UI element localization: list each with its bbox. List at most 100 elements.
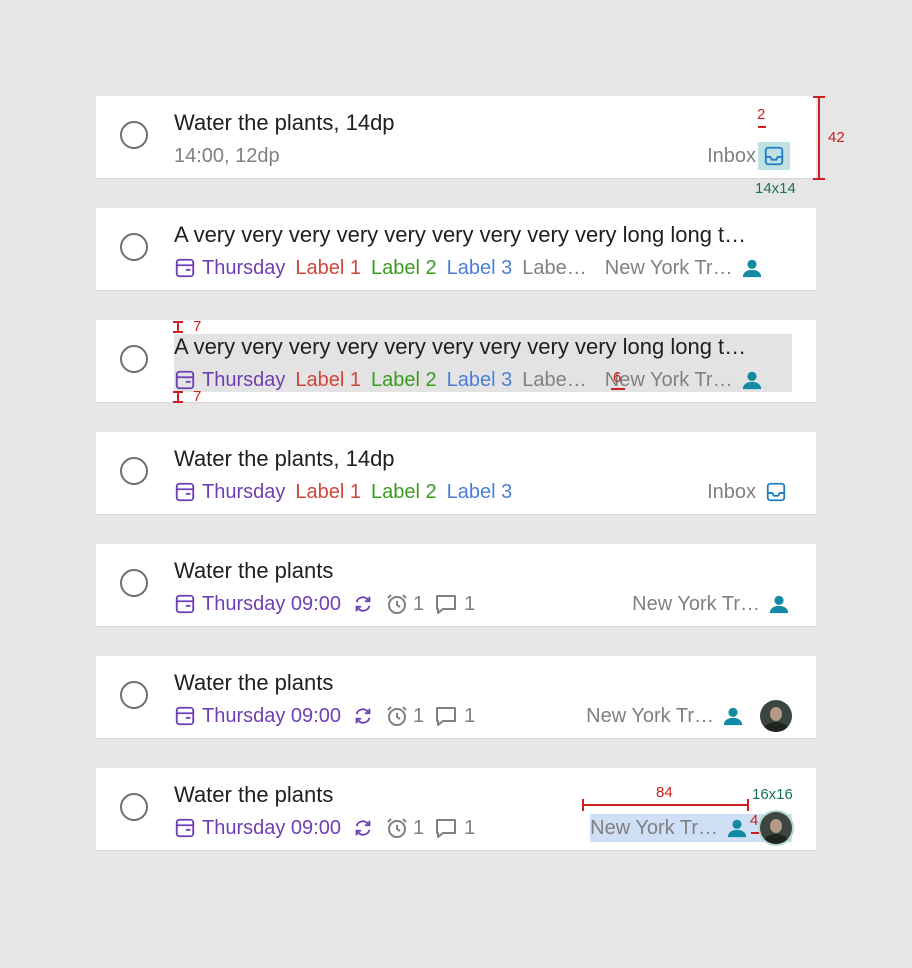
task-title: A very very very very very very very ver… [174,222,747,247]
location-name: New York Tr… [632,592,760,615]
assignee-avatar[interactable] [760,812,792,844]
height-measure-label: 42 [828,129,845,146]
task-meta: Thursday Label 1 Label 2 Label 3 [174,478,512,506]
measure-cap [173,401,183,403]
location-name: New York Tr… [590,816,718,839]
task-location[interactable]: New York Tr… [586,700,792,732]
location-width-line [582,804,748,806]
repeat-icon [351,817,375,839]
item-gap-line [611,388,625,390]
due-date[interactable]: Thursday 09:00 [202,705,341,728]
complete-checkbox[interactable] [120,569,148,597]
avatar-gap-label: 4 [750,812,759,829]
alarm-icon [385,704,409,728]
label-chip[interactable]: Label 1 [295,481,361,504]
person-icon [726,817,748,839]
complete-checkbox[interactable] [120,345,148,373]
project-name: Inbox [707,480,756,503]
task-meta: Thursday 09:00 1 1 [174,590,475,618]
reminder-count: 1 [412,704,425,727]
task-meta: Thursday Label 1 Label 2 Label 3 Labe… N… [174,254,763,282]
complete-checkbox[interactable] [120,457,148,485]
task-meta: Thursday Label 1 Label 2 Label 3 Labe… N… [174,366,763,394]
avatar-size-label: 16x16 [752,786,793,803]
reminder-count: 1 [412,592,425,615]
due-date[interactable]: Thursday 09:00 [202,593,341,616]
location-width-label: 84 [656,784,673,801]
measure-cap [813,178,825,180]
label-chip[interactable]: Labe… [522,257,587,280]
inbox-icon [758,142,790,170]
measure-cap [173,321,183,323]
task-row[interactable]: Water the plants Thursday 09:00 1 1 New … [96,544,816,626]
complete-checkbox[interactable] [120,793,148,821]
task-row[interactable]: A very very very very very very very ver… [96,208,816,290]
label-chip[interactable]: Label 3 [447,257,513,280]
alarm-icon [385,816,409,840]
item-gap-label: 6 [613,369,622,386]
person-icon [741,257,763,279]
measure-cap [582,799,584,811]
measure-cap [813,96,825,98]
label-chip[interactable]: Labe… [522,369,587,392]
task-meta: Thursday 09:00 1 1 [174,814,475,842]
label-chip[interactable]: Label 3 [447,481,513,504]
task-title: Water the plants [174,782,334,807]
location-name[interactable]: New York Tr… [605,257,733,280]
height-measure-line [818,96,820,180]
task-location[interactable]: New York Tr… [632,590,790,618]
due-date[interactable]: Thursday [202,257,285,280]
comment-icon [434,816,458,840]
complete-checkbox[interactable] [120,681,148,709]
task-project[interactable]: Inbox [707,478,790,506]
label-chip[interactable]: Label 2 [371,369,437,392]
calendar-icon [174,257,196,279]
task-title: Water the plants, 14dp [174,110,395,135]
task-row[interactable]: Water the plants Thursday 09:00 1 1 New … [96,656,816,738]
label-chip[interactable]: Label 3 [447,369,513,392]
measure-cap [173,331,183,333]
task-title: Water the plants [174,670,334,695]
task-title: A very very very very very very very ver… [174,334,747,359]
comment-icon [434,704,458,728]
comment-icon [434,592,458,616]
complete-checkbox[interactable] [120,121,148,149]
padding-top-label: 7 [193,318,202,335]
reminder-count: 1 [412,816,425,839]
complete-checkbox[interactable] [120,233,148,261]
label-chip[interactable]: Label 1 [295,257,361,280]
project-name: Inbox [707,144,756,167]
comment-count: 1 [464,704,476,727]
measure-cap [747,799,749,811]
task-title: Water the plants, 14dp [174,446,395,471]
person-icon [768,593,790,615]
person-icon [741,369,763,391]
task-row[interactable]: Water the plants, 14dp 14:00, 12dp Inbox [96,96,816,178]
person-icon [722,705,744,727]
padding-bottom-label: 7 [193,388,202,405]
label-chip[interactable]: Label 1 [295,369,361,392]
due-date[interactable]: Thursday [202,481,285,504]
due-date[interactable]: Thursday 09:00 [202,817,341,840]
calendar-icon [174,705,196,727]
label-chip[interactable]: Label 2 [371,481,437,504]
calendar-icon [174,817,196,839]
comment-count: 1 [464,816,476,839]
calendar-icon [174,593,196,615]
task-project[interactable]: Inbox [707,142,790,170]
icon-size-label: 14x14 [755,180,796,197]
inbox-icon [762,478,790,506]
task-row[interactable]: A very very very very very very very ver… [96,320,816,402]
avatar-gap-line [751,832,759,834]
measure-cap [173,391,183,393]
repeat-icon [351,593,375,615]
due-date[interactable]: Thursday [202,369,285,392]
gap-measure-label: 2 [757,106,766,123]
label-chip[interactable]: Label 2 [371,257,437,280]
task-row[interactable]: Water the plants, 14dp Thursday Label 1 … [96,432,816,514]
assignee-avatar[interactable] [760,700,792,732]
task-row[interactable]: Water the plants Thursday 09:00 1 1 New … [96,768,816,850]
task-meta: Thursday 09:00 1 1 [174,702,475,730]
location-name: New York Tr… [586,704,714,727]
task-location[interactable]: New York Tr… [590,812,792,844]
